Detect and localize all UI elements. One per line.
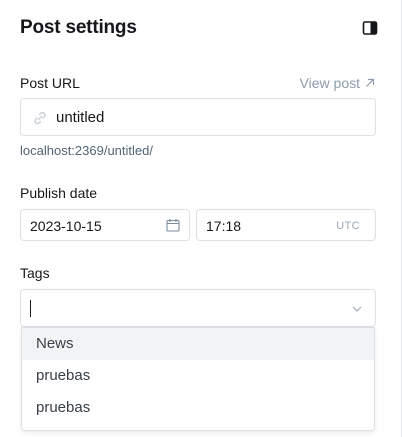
panel-header: Post settings [20,16,380,42]
tags-input[interactable] [20,289,376,327]
link-icon [34,111,46,125]
post-url-label: Post URL [20,75,80,91]
calendar-icon[interactable] [166,218,180,232]
timezone-label: UTC [336,220,360,232]
chevron-down-icon[interactable] [351,303,363,315]
tags-label: Tags [20,265,50,281]
publish-date-value: 2023-10-15 [30,218,102,234]
view-post-link[interactable]: View post [300,75,375,91]
publish-time-value: 17:18 [206,218,242,234]
tag-option[interactable]: pruebas [22,392,374,424]
text-caret [30,300,31,317]
post-url-input[interactable]: untitled [20,98,376,136]
arrow-up-right-icon [366,78,375,87]
view-post-label: View post [299,75,360,91]
tags-dropdown: News pruebas pruebas [21,327,375,431]
post-url-hint: localhost:2369/untitled/ [20,143,153,158]
post-url-value: untitled [56,109,105,126]
sidebar-toggle-icon[interactable] [362,20,378,36]
publish-time-input[interactable]: 17:18 UTC [196,209,376,241]
publish-date-label: Publish date [20,185,98,201]
panel-title: Post settings [20,17,137,38]
publish-date-input[interactable]: 2023-10-15 [20,209,190,241]
tag-option[interactable]: News [22,328,374,360]
post-settings-panel: Post settings Post URL View post untitle… [0,0,402,437]
tag-option[interactable]: pruebas [22,360,374,392]
